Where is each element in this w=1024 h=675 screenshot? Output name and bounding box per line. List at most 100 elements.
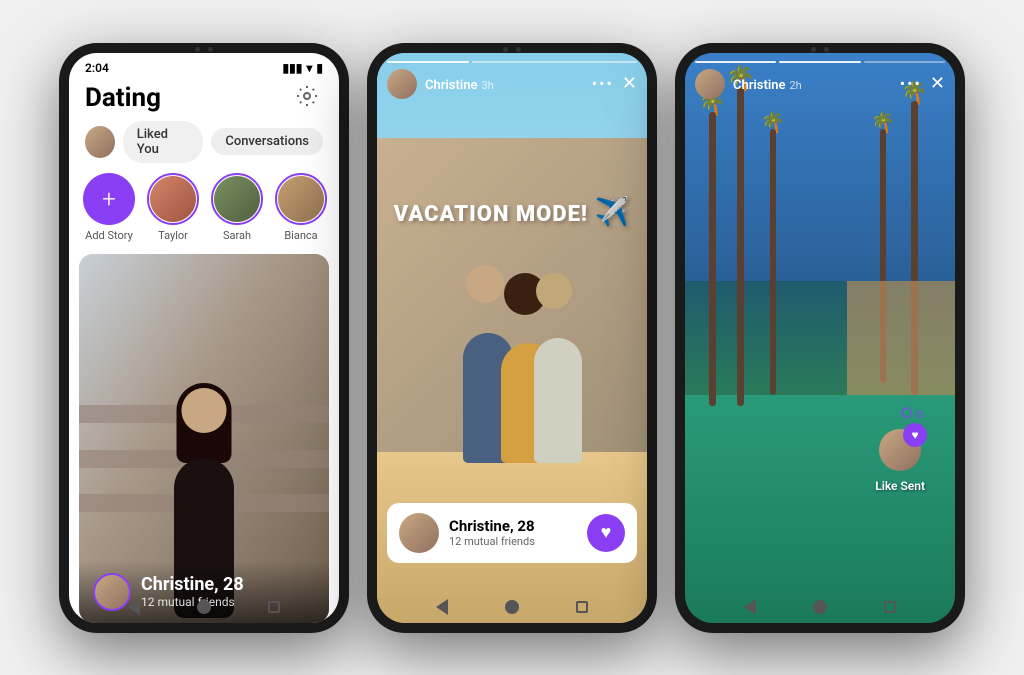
progress-seg-1: [387, 61, 469, 63]
figure-head: [182, 388, 227, 433]
plane-emoji: ✈️: [594, 195, 630, 228]
story-taylor[interactable]: Taylor: [145, 173, 201, 242]
story-time-val: 3h: [481, 79, 493, 92]
story-mutual-friends: 12 mutual friends: [449, 535, 577, 548]
signal-icon: ▮▮▮: [283, 61, 303, 75]
avatar-inner: [150, 176, 196, 222]
time-display: 2:04: [85, 61, 109, 75]
tab-row: Liked You Conversations: [69, 121, 339, 173]
back-button[interactable]: [436, 599, 448, 615]
speaker-dot-1: [503, 47, 508, 52]
stories-row: + Add Story Taylor Sarah Bianc: [69, 173, 339, 254]
story-progress: [377, 53, 647, 69]
heart-bubbles: [901, 407, 923, 418]
story-label-taylor: Taylor: [158, 229, 188, 242]
home-button[interactable]: [813, 600, 827, 614]
wifi-icon: ▾: [306, 61, 312, 75]
story-profile-avatar: [399, 513, 439, 553]
nav-bar: [685, 599, 955, 615]
story-avatar-taylor[interactable]: [147, 173, 199, 225]
avatar-inner: [278, 176, 324, 222]
story-profile-info: Christine, 28 12 mutual friends: [449, 517, 577, 548]
person-3: [534, 338, 582, 463]
like-button[interactable]: ♥: [587, 514, 625, 552]
heart-badge-icon: ♥: [912, 428, 919, 442]
close-story-button[interactable]: ✕: [930, 73, 945, 94]
plus-icon: +: [102, 185, 116, 213]
like-heart-badge: ♥: [903, 423, 927, 447]
story-bianca[interactable]: Bianca: [273, 173, 329, 242]
dating-card[interactable]: Christine, 28 12 mutual friends: [79, 254, 329, 623]
story-poster-avatar: [695, 69, 725, 99]
speaker-dot-1: [811, 47, 816, 52]
resort-building: [847, 281, 955, 395]
speaker-dot-2: [824, 47, 829, 52]
story-avatar-sarah[interactable]: [211, 173, 263, 225]
tab-liked-you[interactable]: Liked You: [123, 121, 204, 163]
story-avatar-bianca[interactable]: [275, 173, 327, 225]
story-sp[interactable]: Sp...: [337, 173, 339, 242]
status-bar: 2:04 ▮▮▮ ▾ ▮: [69, 53, 339, 79]
story-header: Christine 3h ••• ✕: [377, 69, 647, 99]
bubble-1: [901, 407, 912, 418]
story-profile-name: Christine, 28: [449, 517, 577, 535]
speaker-dot-2: [208, 47, 213, 52]
add-story-item[interactable]: + Add Story: [81, 173, 137, 242]
phone1-screen: 2:04 ▮▮▮ ▾ ▮ Dating Liked You Conversati…: [69, 53, 339, 623]
recents-button[interactable]: [268, 601, 280, 613]
progress-seg-1: [695, 61, 776, 63]
add-story-button[interactable]: +: [83, 173, 135, 225]
nav-bar: [69, 599, 339, 615]
nav-bar: [377, 599, 647, 615]
like-avatar-wrap: ♥: [879, 429, 921, 471]
story-label-bianca: Bianca: [284, 229, 317, 242]
story-actions: ••• ✕: [592, 73, 637, 94]
palm-1: 🌴: [699, 92, 726, 406]
vacation-text: VACATION MODE!: [394, 202, 588, 227]
story-header: Christine 2h ••• ✕: [685, 69, 955, 99]
story-time-val: 2h: [789, 79, 801, 92]
phone-1: 2:04 ▮▮▮ ▾ ▮ Dating Liked You Conversati…: [59, 43, 349, 633]
story-poster-info: Christine 2h: [733, 74, 802, 93]
palm-3: 🌴: [761, 110, 786, 395]
recents-button[interactable]: [884, 601, 896, 613]
resort-background: 🌴 🌴 🌴 🌴 🌴: [685, 53, 955, 623]
phone2-screen: Christine 3h ••• ✕: [377, 53, 647, 623]
bubble-2: [915, 410, 923, 418]
story-label-sarah: Sarah: [223, 229, 251, 242]
back-button[interactable]: [128, 599, 140, 615]
like-sent-visual: ♥: [879, 429, 921, 471]
home-button[interactable]: [505, 600, 519, 614]
close-story-button[interactable]: ✕: [622, 73, 637, 94]
story-actions: ••• ✕: [900, 73, 945, 94]
progress-seg-2: [472, 61, 637, 63]
card-person-name: Christine, 28: [141, 574, 244, 595]
story-profile-card[interactable]: Christine, 28 12 mutual friends ♥: [387, 503, 637, 563]
story-poster-info: Christine 3h: [425, 74, 494, 93]
story-progress: [685, 53, 955, 69]
progress-seg-3: [864, 61, 945, 63]
home-button[interactable]: [197, 600, 211, 614]
back-button[interactable]: [744, 599, 756, 615]
dating-header: Dating: [69, 79, 339, 121]
recents-button[interactable]: [576, 601, 588, 613]
phone-3: Christine 2h ••• ✕ 🌴 🌴: [675, 43, 965, 633]
palm-2: 🌴: [726, 64, 756, 406]
status-icons: ▮▮▮ ▾ ▮: [283, 61, 323, 75]
story-content: 🌴 🌴 🌴 🌴 🌴: [685, 53, 955, 623]
tab-conversations[interactable]: Conversations: [211, 128, 323, 155]
heart-icon: ♥: [601, 522, 612, 543]
page-title: Dating: [85, 83, 161, 113]
more-options-icon[interactable]: •••: [592, 74, 614, 93]
like-sent-text: Like Sent: [875, 479, 925, 493]
avatar-inner: [214, 176, 260, 222]
story-text: VACATION MODE! ✈️: [377, 195, 647, 228]
story-sarah[interactable]: Sarah: [209, 173, 265, 242]
story-poster-name: Christine: [733, 78, 786, 93]
battery-icon: ▮: [316, 61, 323, 75]
add-story-label: Add Story: [85, 229, 133, 242]
phone-2: Christine 3h ••• ✕: [367, 43, 657, 633]
settings-icon[interactable]: [295, 84, 323, 112]
more-options-icon[interactable]: •••: [900, 74, 922, 93]
story-poster-avatar: [387, 69, 417, 99]
